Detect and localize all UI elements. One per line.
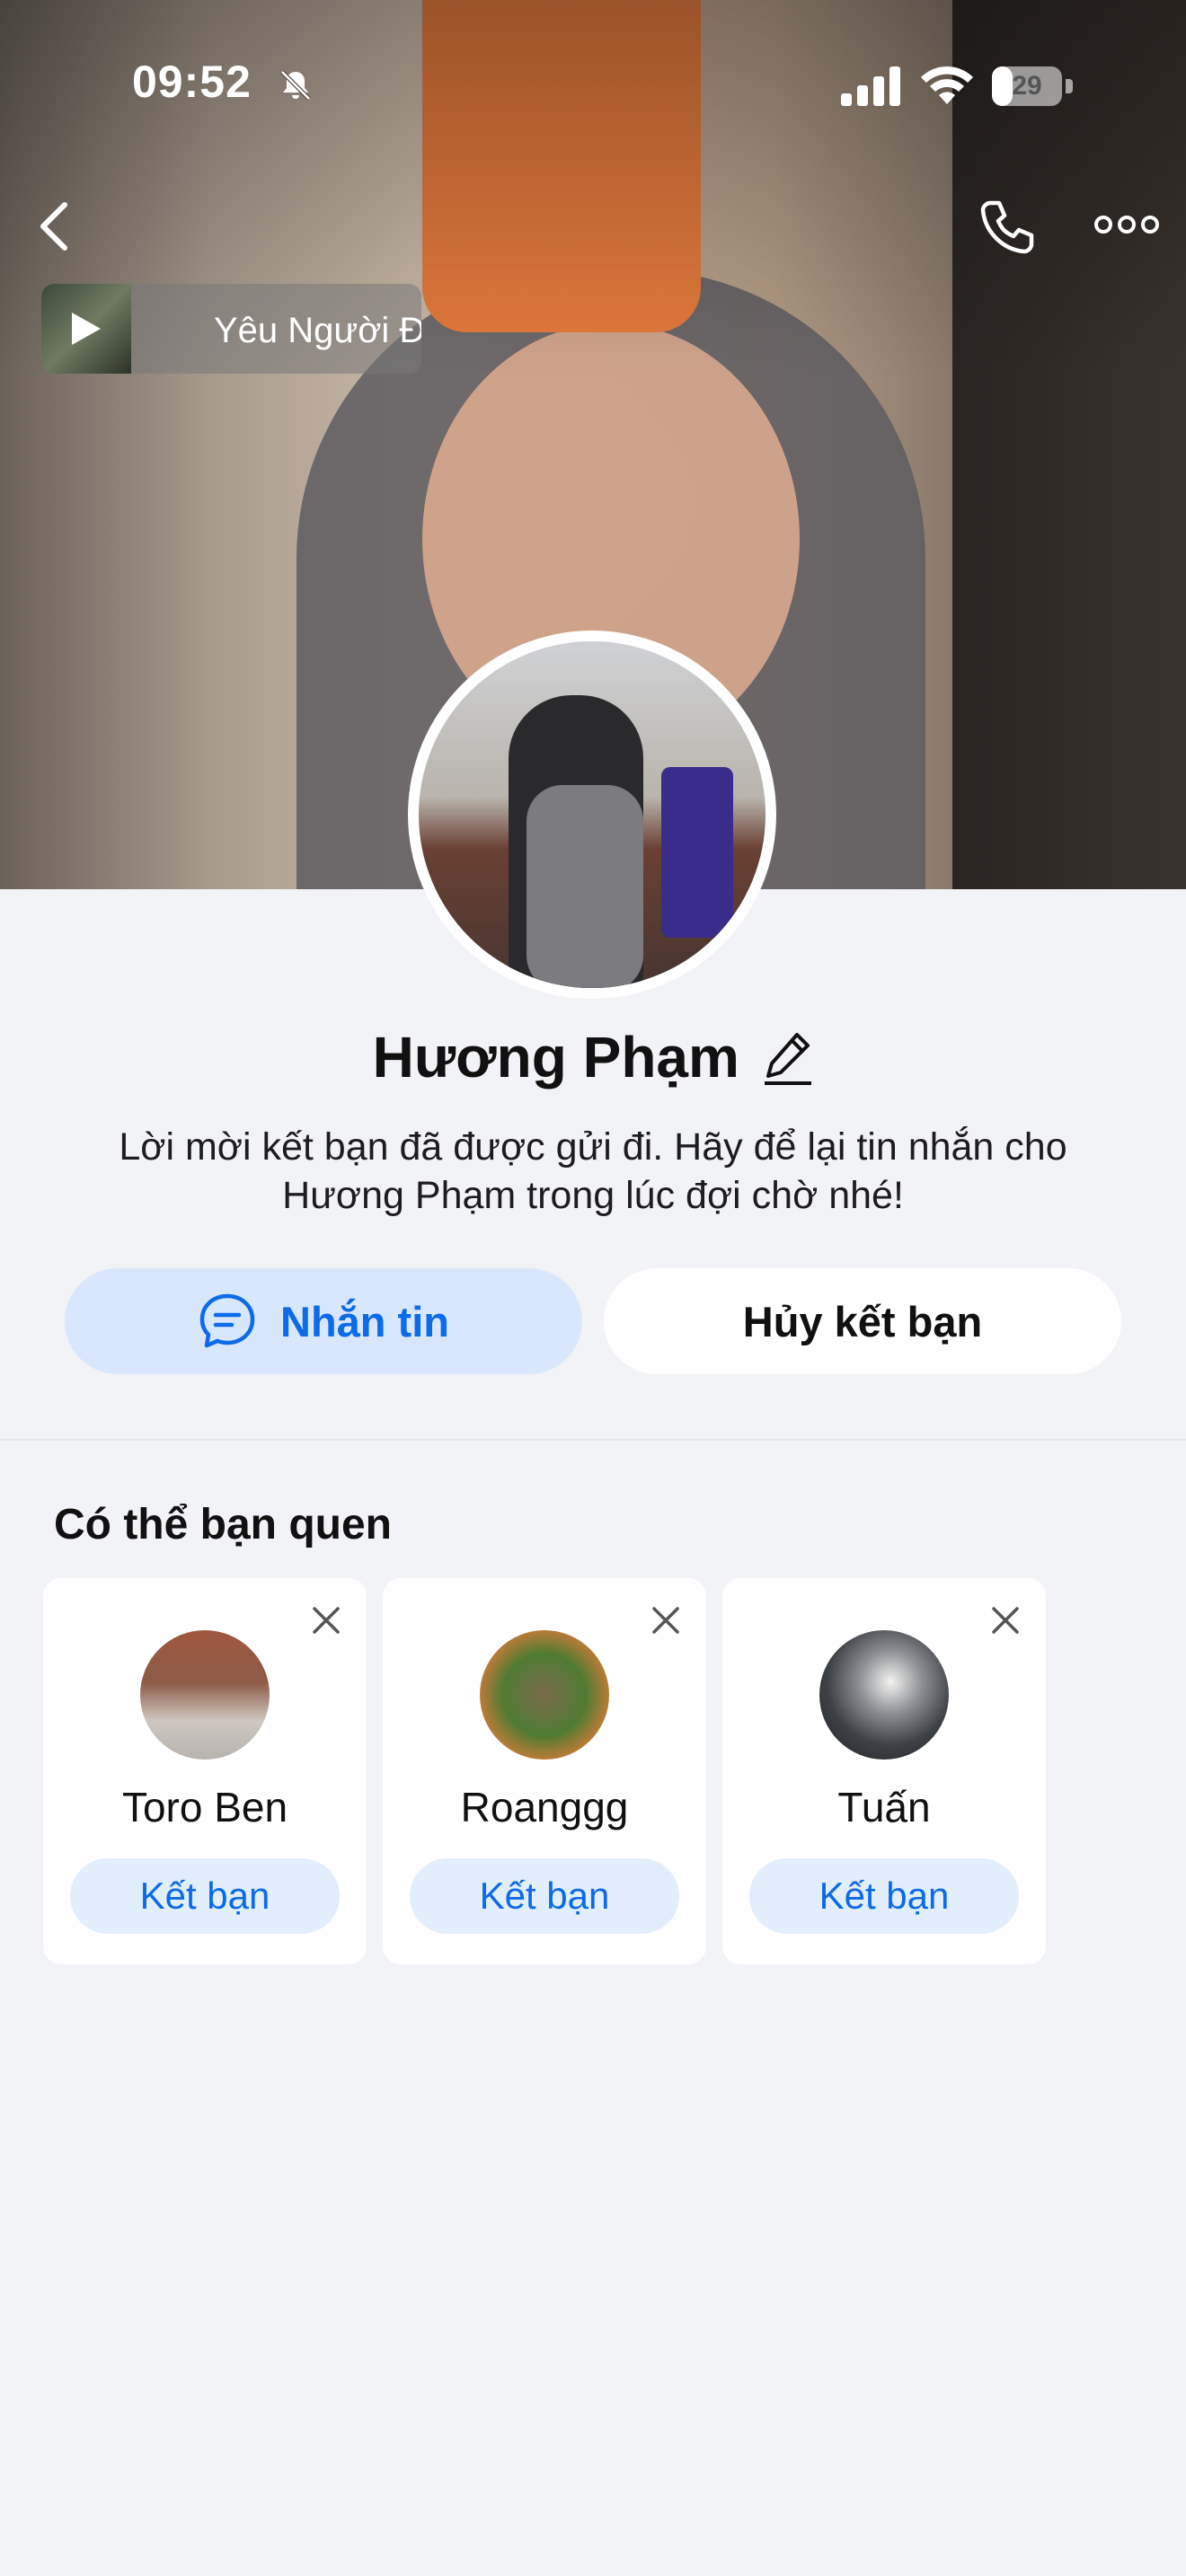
suggestion-card[interactable]: Roanggg Kết bạn — [383, 1578, 706, 1964]
cancel-friend-request-button[interactable]: Hủy kết bạn — [604, 1268, 1121, 1374]
music-title: Yêu Người Đ — [214, 311, 421, 350]
close-icon[interactable] — [651, 1605, 681, 1636]
avatar-skirt — [527, 785, 643, 988]
phone-icon[interactable] — [978, 198, 1037, 257]
add-friend-button[interactable]: Kết bạn — [70, 1858, 340, 1934]
suggestion-name: Tuấn — [837, 1784, 931, 1831]
wifi-icon — [921, 66, 973, 104]
bell-slash-icon — [280, 70, 311, 101]
add-friend-button[interactable]: Kết bạn — [410, 1858, 679, 1934]
friend-request-description: Lời mời kết bạn đã được gửi đi. Hãy để l… — [119, 1125, 1067, 1217]
signal-icon — [841, 66, 900, 106]
message-button-label: Nhắn tin — [280, 1297, 449, 1345]
profile-name-row: Hương Phạm — [0, 1024, 1186, 1090]
battery-level: 29 — [1012, 71, 1042, 101]
profile-avatar[interactable] — [408, 631, 776, 999]
suggestion-name: Toro Ben — [121, 1784, 288, 1831]
close-icon[interactable] — [311, 1605, 341, 1636]
battery-icon: 29 — [992, 66, 1075, 106]
suggestion-avatar[interactable] — [480, 1630, 609, 1760]
profile-name: Hương Phạm — [372, 1025, 739, 1090]
suggestion-name: Roanggg — [460, 1784, 629, 1831]
cancel-button-label: Hủy kết bạn — [742, 1297, 983, 1345]
status-bar: 09:52 29 — [0, 0, 1186, 171]
message-button[interactable]: Nhắn tin — [65, 1268, 582, 1374]
avatar-image — [419, 641, 766, 988]
battery-tip — [1066, 79, 1073, 93]
suggestion-avatar[interactable] — [819, 1630, 949, 1760]
edit-icon[interactable] — [763, 1029, 813, 1085]
suggestion-avatar[interactable] — [140, 1630, 270, 1760]
profile-music[interactable]: Yêu Người Đ — [41, 284, 421, 374]
close-icon[interactable] — [990, 1605, 1021, 1636]
avatar-towel — [661, 767, 733, 938]
section-divider — [0, 1439, 1186, 1441]
status-time: 09:52 — [132, 57, 252, 107]
suggestion-card[interactable]: Toro Ben Kết bạn — [43, 1578, 367, 1964]
more-icon[interactable] — [1094, 207, 1159, 243]
back-icon[interactable] — [32, 199, 75, 253]
play-icon[interactable] — [72, 313, 101, 345]
chat-icon — [199, 1293, 255, 1348]
add-friend-button[interactable]: Kết bạn — [749, 1858, 1019, 1934]
suggestions-title: Có thể bạn quen — [54, 1501, 392, 1548]
suggestion-card[interactable]: Tuấn Kết bạn — [722, 1578, 1046, 1964]
